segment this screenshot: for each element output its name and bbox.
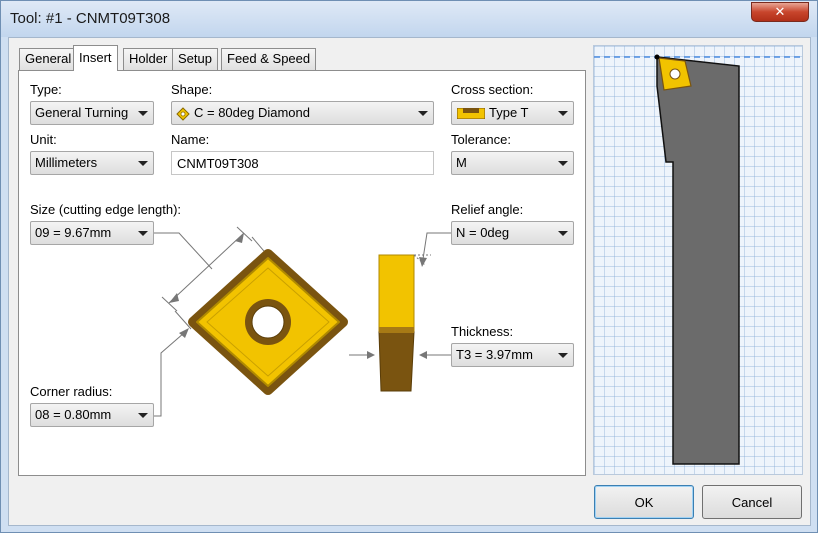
- window-title: Tool: #1 - CNMT09T308: [10, 10, 171, 27]
- tab-setup[interactable]: Setup: [172, 48, 218, 70]
- tab-label: General: [25, 51, 72, 66]
- arrow-icon: [235, 233, 244, 243]
- dialog-client: General Insert Holder Setup Feed & Speed…: [8, 37, 811, 526]
- close-button[interactable]: ✕: [751, 2, 809, 22]
- tool-tip-point: [654, 54, 660, 60]
- tab-feed-speed[interactable]: Feed & Speed: [221, 48, 317, 70]
- arrow-icon: [419, 351, 427, 359]
- tool-holder-shape: [656, 56, 740, 465]
- title-bar: Tool: #1 - CNMT09T308 ✕: [1, 1, 817, 37]
- tab-label: Setup: [178, 51, 212, 66]
- tab-holder[interactable]: Holder: [123, 48, 174, 70]
- close-icon: ✕: [774, 4, 786, 19]
- arrow-icon: [419, 257, 427, 267]
- corner-radius-leader: [154, 332, 185, 417]
- cancel-button[interactable]: Cancel: [702, 485, 802, 519]
- ok-button[interactable]: OK: [594, 485, 694, 519]
- holder-preview: [593, 45, 803, 475]
- tab-label: Holder: [129, 51, 168, 66]
- tab-label: Feed & Speed: [227, 51, 311, 66]
- tab-insert[interactable]: Insert: [73, 45, 118, 71]
- diamond-insert-graphic: [188, 249, 348, 395]
- insert-tab-panel: Type: General Turning Shape: C = 80deg D…: [18, 70, 586, 476]
- tab-label: Insert: [79, 50, 112, 65]
- insert-diagram: [154, 226, 451, 417]
- arrow-icon: [367, 351, 375, 359]
- dialog-window: Tool: #1 - CNMT09T308 ✕ General Insert H…: [0, 0, 818, 533]
- tab-general[interactable]: General: [19, 48, 78, 70]
- insert-side-view: [378, 254, 431, 392]
- holder-drawing: [594, 54, 802, 465]
